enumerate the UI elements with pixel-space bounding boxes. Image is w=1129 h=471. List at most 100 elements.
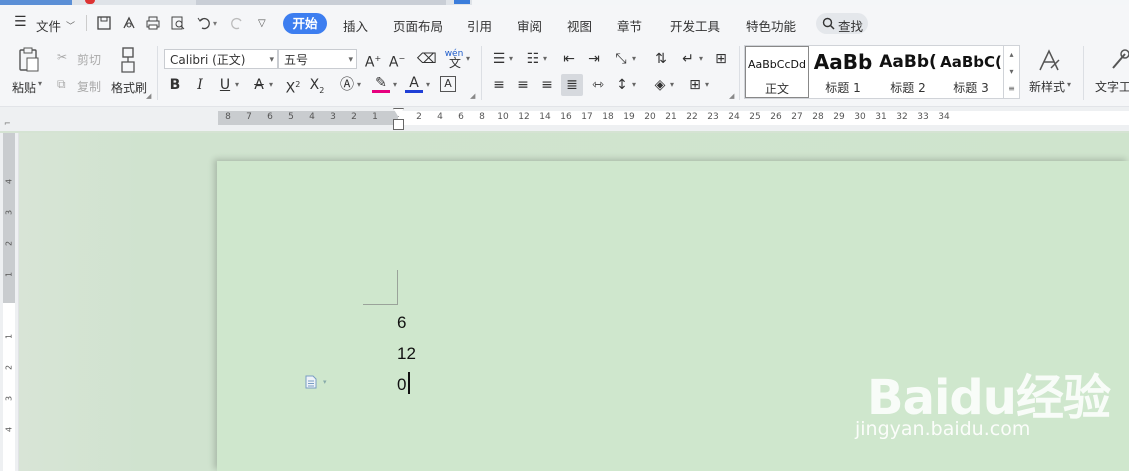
divider bbox=[1083, 46, 1084, 100]
paste-button[interactable]: 粘贴 bbox=[12, 79, 36, 96]
style-heading-1[interactable]: AaBb 标题 1 bbox=[811, 46, 875, 98]
chevron-down-icon[interactable]: ▾ bbox=[507, 50, 515, 68]
chevron-down-icon[interactable]: ▾ bbox=[355, 76, 363, 94]
font-size-select[interactable]: 五号 ▾ bbox=[278, 49, 357, 69]
align-center-icon[interactable]: ≡ bbox=[514, 76, 532, 94]
customize-icon[interactable]: ▽ bbox=[258, 18, 266, 29]
export-icon[interactable] bbox=[121, 15, 137, 31]
save-icon[interactable] bbox=[96, 15, 112, 31]
chevron-down-icon[interactable]: ▾ bbox=[668, 76, 676, 94]
chevron-down-icon[interactable]: ▾ bbox=[323, 378, 327, 386]
align-right-icon[interactable]: ≡ bbox=[538, 76, 556, 94]
text-tools-icon[interactable] bbox=[1108, 48, 1129, 72]
tab-review[interactable]: 审阅 bbox=[517, 16, 542, 35]
ruler-tick-label: 4 bbox=[4, 178, 14, 185]
text-effect-icon[interactable]: Ⓐ bbox=[338, 76, 356, 94]
borders-icon[interactable]: ⊞ bbox=[686, 76, 704, 94]
group-expand-icon[interactable]: ◢ bbox=[146, 92, 151, 100]
chevron-down-icon[interactable]: ▾ bbox=[1067, 80, 1071, 89]
line-break-icon[interactable]: ↵ bbox=[679, 50, 697, 68]
cut-button[interactable]: 剪切 bbox=[77, 51, 101, 68]
left-indent-marker[interactable] bbox=[393, 119, 404, 130]
style-heading-3[interactable]: AaBbC( 标题 3 bbox=[940, 46, 1002, 98]
chevron-down-icon[interactable]: ▾ bbox=[703, 76, 711, 94]
justify-icon[interactable]: ≣ bbox=[561, 74, 583, 96]
bold-icon[interactable]: B bbox=[166, 76, 184, 94]
paragraph[interactable]: 0 bbox=[397, 375, 406, 395]
chevron-down-icon[interactable]: ▾ bbox=[267, 76, 275, 94]
distributed-align-icon[interactable]: ⇿ bbox=[589, 76, 607, 94]
paragraph[interactable]: 12 bbox=[397, 344, 416, 364]
tab-view[interactable]: 视图 bbox=[567, 16, 592, 35]
char-border-icon[interactable]: A bbox=[440, 76, 456, 92]
paragraph[interactable]: 6 bbox=[397, 313, 406, 333]
undo-dropdown-icon[interactable]: ▾ bbox=[213, 19, 217, 28]
file-menu[interactable]: 文件 bbox=[36, 16, 61, 35]
align-left-icon[interactable]: ≡ bbox=[490, 76, 508, 94]
shading-icon[interactable]: ◈ bbox=[651, 76, 669, 94]
search-box[interactable]: 查找 bbox=[816, 13, 868, 34]
chevron-down-icon[interactable]: ▾ bbox=[630, 50, 638, 68]
chevron-down-icon[interactable]: ▾ bbox=[630, 76, 638, 94]
chevron-down-icon[interactable]: ▾ bbox=[391, 76, 399, 94]
format-painter-button[interactable]: 格式刷 bbox=[111, 79, 147, 96]
tab-section[interactable]: 章节 bbox=[617, 16, 642, 35]
styles-scroll[interactable]: ▴ ▾ ≡ bbox=[1003, 46, 1019, 98]
group-expand-icon[interactable]: ◢ bbox=[470, 92, 475, 100]
bullet-list-icon[interactable]: ☰ bbox=[490, 50, 508, 68]
redo-icon[interactable] bbox=[229, 15, 245, 31]
tab-home[interactable]: 开始 bbox=[283, 13, 327, 34]
increase-indent-icon[interactable]: ⇥ bbox=[585, 50, 603, 68]
horizontal-ruler[interactable]: 8 7 6 5 4 3 2 1 2 4 6 8 10 12 14 16 17 18 19 20 21 22 23 24 25 26… bbox=[218, 111, 1129, 125]
text-tools-button[interactable]: 文字工 bbox=[1095, 78, 1129, 95]
paste-icon[interactable] bbox=[17, 46, 41, 74]
print-icon[interactable] bbox=[145, 15, 161, 31]
tab-special-features[interactable]: 特色功能 bbox=[746, 16, 796, 35]
undo-icon[interactable] bbox=[196, 15, 212, 31]
highlight-icon[interactable]: ✎ bbox=[372, 74, 390, 93]
ruler-toggle-icon[interactable]: ⊞ bbox=[712, 50, 730, 68]
tab-references[interactable]: 引用 bbox=[467, 16, 492, 35]
copy-button[interactable]: 复制 bbox=[77, 78, 101, 95]
chevron-down-icon[interactable]: ▾ bbox=[233, 76, 241, 94]
margin-corner-mark bbox=[363, 304, 398, 305]
tab-stop-selector[interactable]: ⌐ bbox=[4, 119, 11, 128]
print-preview-icon[interactable] bbox=[170, 15, 186, 31]
chevron-down-icon[interactable]: ﹀ bbox=[66, 19, 75, 32]
divider bbox=[157, 46, 158, 100]
style-heading-2[interactable]: AaBb( 标题 2 bbox=[876, 46, 940, 98]
ruler-tick-label: 3 bbox=[4, 209, 14, 216]
hamburger-icon[interactable]: ☰ bbox=[14, 14, 27, 30]
chevron-down-icon[interactable]: ▾ bbox=[697, 50, 705, 68]
new-style-button[interactable]: 新样式 bbox=[1029, 78, 1065, 95]
sort-icon[interactable]: ⇅ bbox=[652, 50, 670, 68]
new-style-icon[interactable] bbox=[1037, 48, 1061, 74]
style-normal[interactable]: AaBbCcDd 正文 bbox=[745, 46, 809, 98]
font-name-select[interactable]: Calibri (正文) ▾ bbox=[164, 49, 278, 69]
line-spacing-icon[interactable]: ↕ bbox=[613, 76, 631, 94]
format-painter-icon[interactable] bbox=[118, 46, 138, 74]
shrink-font-icon[interactable]: A− bbox=[388, 50, 406, 71]
clear-format-icon[interactable]: ⌫ bbox=[417, 50, 437, 68]
underline-icon[interactable]: U bbox=[216, 76, 234, 94]
tab-insert[interactable]: 插入 bbox=[343, 16, 368, 35]
chevron-down-icon[interactable]: ▾ bbox=[464, 50, 472, 68]
grow-font-icon[interactable]: A+ bbox=[364, 50, 382, 71]
group-expand-icon[interactable]: ◢ bbox=[729, 92, 734, 100]
chevron-down-icon[interactable]: ▾ bbox=[424, 76, 432, 94]
paragraph-layout-icon[interactable] bbox=[305, 375, 317, 389]
decrease-indent-icon[interactable]: ⇤ bbox=[560, 50, 578, 68]
paste-dropdown-icon[interactable]: ▾ bbox=[38, 79, 42, 88]
numbered-list-icon[interactable]: ☷ bbox=[524, 50, 542, 68]
chevron-down-icon[interactable]: ▾ bbox=[541, 50, 549, 68]
tab-developer[interactable]: 开发工具 bbox=[670, 16, 720, 35]
tab-page-layout[interactable]: 页面布局 bbox=[393, 16, 443, 35]
text-direction-icon[interactable]: ⤡ bbox=[612, 50, 630, 68]
subscript-icon[interactable]: X2 bbox=[308, 76, 326, 95]
font-color-icon[interactable]: A bbox=[405, 74, 423, 93]
phonetic-guide-icon[interactable]: 文 bbox=[446, 54, 464, 72]
italic-icon[interactable]: I bbox=[191, 76, 209, 94]
superscript-icon[interactable]: X2 bbox=[284, 76, 302, 97]
vertical-ruler[interactable]: 4 3 2 1 1 2 3 4 bbox=[0, 133, 19, 471]
strikethrough-icon[interactable]: A bbox=[250, 76, 268, 94]
